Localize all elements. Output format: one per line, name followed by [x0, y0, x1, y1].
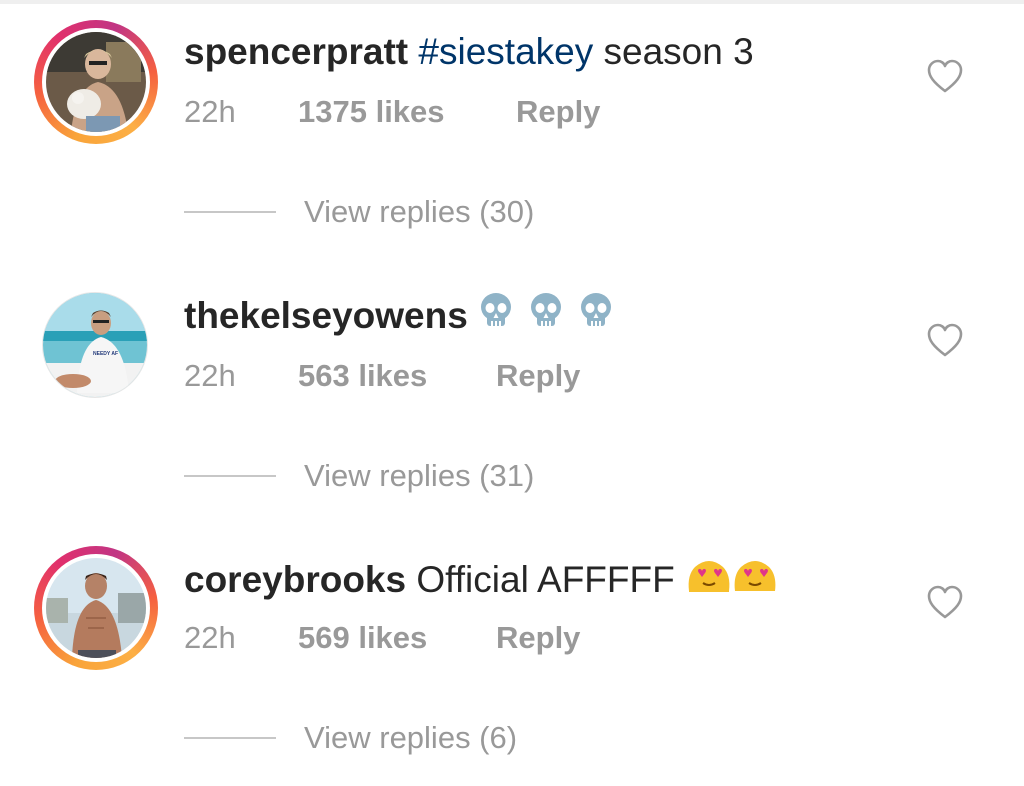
view-replies-link[interactable]: View replies (6)	[184, 718, 517, 758]
heart-eyes-emoji	[731, 553, 779, 605]
comment-likes[interactable]: 1375 likes	[298, 92, 516, 132]
comment-username[interactable]: thekelseyowens	[184, 295, 468, 336]
comment-item: NEEDY AF thekelseyowens 22h 563 likes Repl…	[0, 264, 1024, 524]
avatar[interactable]	[34, 20, 158, 144]
view-replies-link[interactable]: View replies (31)	[184, 456, 534, 496]
svg-text:NEEDY AF: NEEDY AF	[93, 351, 118, 357]
heart-eyes-emoji	[685, 553, 733, 605]
replies-divider	[184, 474, 276, 477]
comment-time: 22h	[184, 620, 236, 655]
view-replies-label: View replies (6)	[304, 720, 518, 755]
view-replies-label: View replies (30)	[304, 194, 535, 229]
view-replies-label: View replies (31)	[304, 458, 535, 493]
comment-line: thekelseyowens	[184, 291, 614, 342]
hashtag-link[interactable]: #siestakey	[418, 31, 593, 72]
heart-icon[interactable]	[926, 584, 964, 620]
skull-emoji	[528, 291, 564, 339]
reply-button[interactable]: Reply	[496, 356, 580, 396]
comment-line: spencerpratt #siestakey season 3	[184, 30, 754, 74]
avatar[interactable]	[34, 546, 158, 670]
comment-item: coreybrooks Official AFFFFF 22h 569 likes…	[0, 526, 1024, 786]
view-replies-link[interactable]: View replies (30)	[184, 192, 534, 232]
comment-likes[interactable]: 563 likes	[298, 356, 496, 396]
skull-emoji	[478, 291, 514, 339]
comment-time: 22h	[184, 358, 236, 393]
heart-icon[interactable]	[926, 322, 964, 358]
comment-text: season 3	[593, 31, 754, 72]
comment-text: Official AFFFFF	[416, 558, 675, 600]
replies-divider	[184, 736, 276, 739]
comment-item: spencerpratt #siestakey season 3 22h 1375…	[0, 0, 1024, 260]
comment-line: coreybrooks Official AFFFFF	[184, 556, 779, 608]
comment-username[interactable]: spencerpratt	[184, 31, 408, 72]
replies-divider	[184, 210, 276, 213]
comment-username[interactable]: coreybrooks	[184, 559, 406, 600]
reply-button[interactable]: Reply	[516, 92, 600, 132]
comment-meta: 22h 563 likes Reply	[184, 356, 580, 396]
reply-button[interactable]: Reply	[496, 618, 580, 658]
comment-time: 22h	[184, 94, 236, 129]
comment-meta: 22h 569 likes Reply	[184, 618, 580, 658]
comment-meta: 22h 1375 likes Reply	[184, 92, 600, 132]
heart-icon[interactable]	[926, 58, 964, 94]
avatar[interactable]: NEEDY AF	[34, 284, 158, 408]
comment-likes[interactable]: 569 likes	[298, 618, 496, 658]
skull-emoji	[578, 291, 614, 339]
